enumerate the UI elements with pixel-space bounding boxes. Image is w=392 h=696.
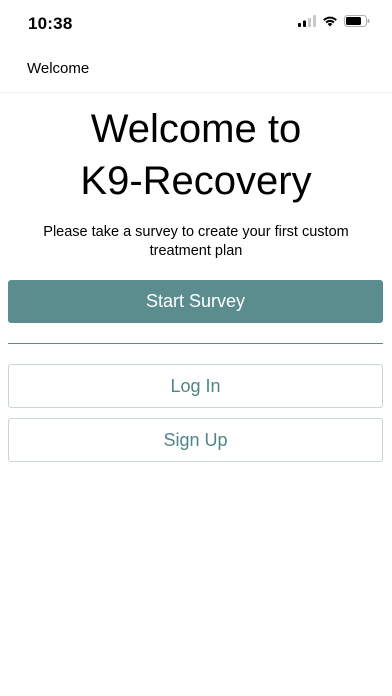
- survey-prompt: Please take a survey to create your firs…: [43, 224, 349, 259]
- welcome-content: Welcome to K9-Recovery Please take a sur…: [0, 93, 392, 696]
- nav-bar: Welcome: [0, 46, 392, 93]
- hero-title-line2: K9-Recovery: [80, 159, 312, 203]
- signal-icon: [298, 14, 316, 32]
- hero-title-line1: Welcome to: [90, 107, 302, 151]
- hero-title: Welcome to K9-Recovery: [0, 103, 392, 207]
- wifi-icon: [322, 14, 338, 32]
- status-bar: 10:38: [0, 0, 392, 46]
- status-icons: [298, 15, 370, 31]
- sign-up-button[interactable]: Sign Up: [8, 418, 383, 462]
- start-survey-button[interactable]: Start Survey: [8, 280, 383, 323]
- nav-title: Welcome: [27, 60, 90, 77]
- battery-icon: [344, 14, 370, 32]
- status-time: 10:38: [28, 14, 73, 33]
- log-in-button[interactable]: Log In: [8, 364, 383, 408]
- divider: [8, 343, 383, 344]
